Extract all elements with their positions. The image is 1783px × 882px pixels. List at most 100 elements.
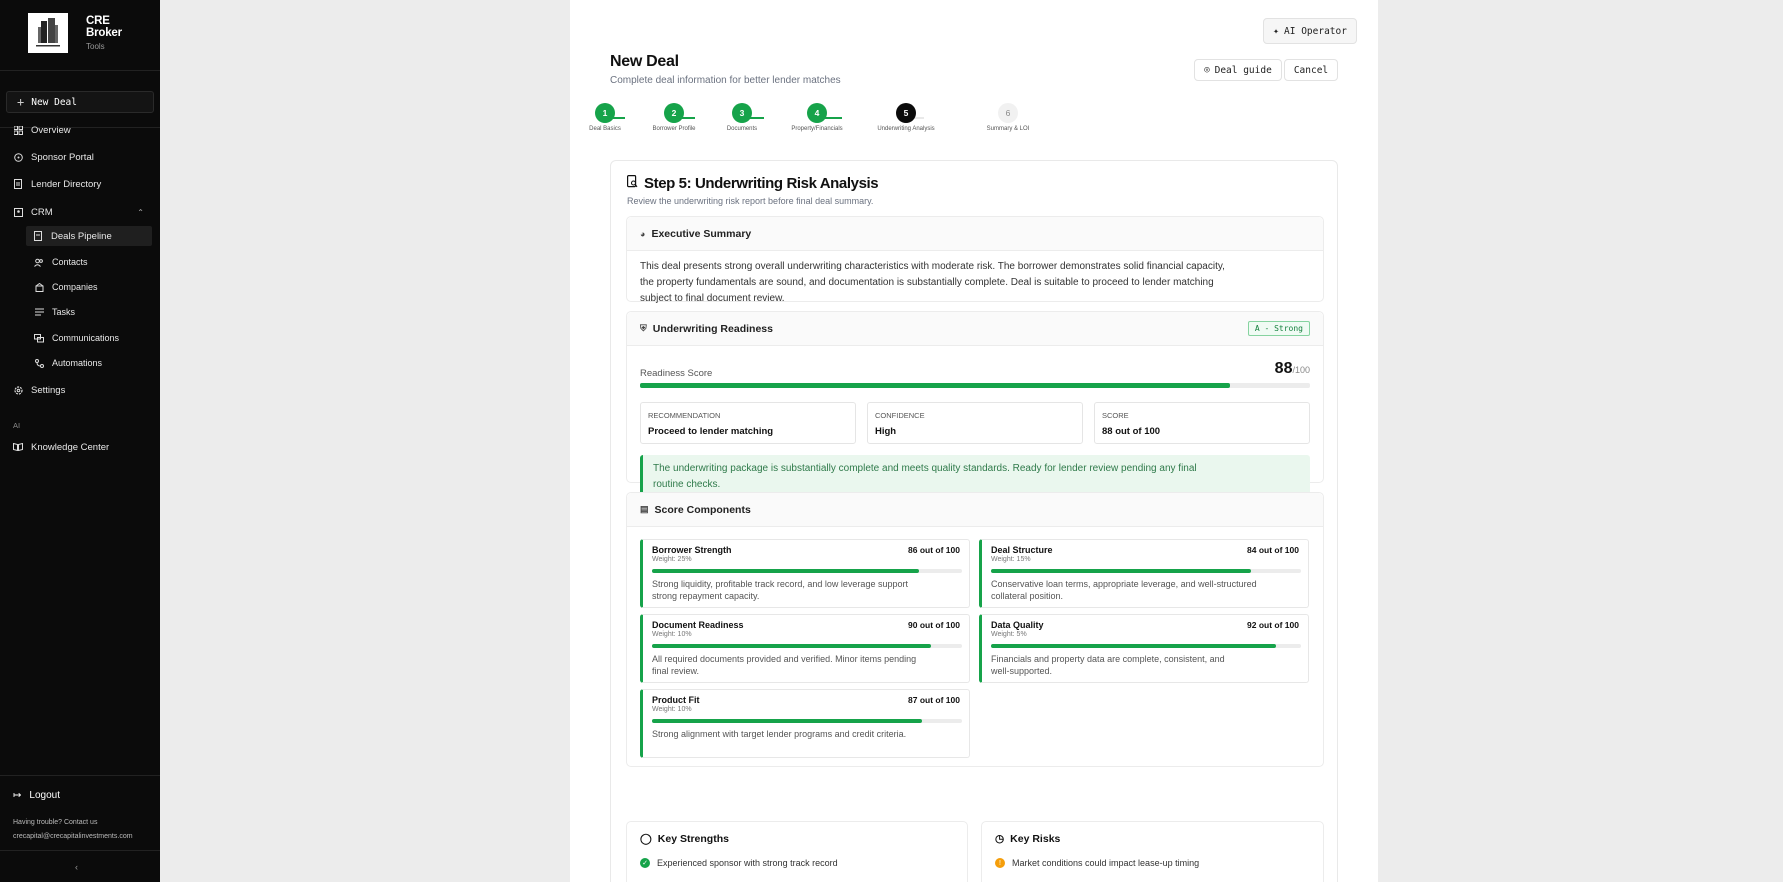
shield-check-icon: ⛨ (640, 323, 647, 333)
key-risks-panel: ◷ Key Risks ! Market conditions could im… (981, 821, 1324, 882)
metric-recommendation: Recommendation Proceed to lender matchin… (640, 402, 856, 444)
ai-operator-button[interactable]: ✦ AI Operator (1263, 18, 1357, 44)
new-deal-label: New Deal (31, 96, 77, 108)
step-number: 6 (998, 103, 1018, 123)
component-progress-bar (652, 719, 962, 723)
summary-line: the property fundamentals are sound, and… (640, 277, 1214, 288)
component-score: 90 out of 100 (908, 620, 960, 630)
chat-icon (34, 333, 44, 343)
sidebar-item-tasks[interactable]: Tasks (0, 302, 160, 322)
risk-text: Market conditions could impact lease-up … (1012, 858, 1200, 868)
sidebar-item-knowledge-center[interactable]: Knowledge Center (0, 437, 160, 457)
logout-button[interactable]: ↦ Logout (13, 790, 60, 801)
underwriting-readiness-panel: ⛨ Underwriting Readiness A - Strong Read… (626, 311, 1324, 495)
sidebar-item-communications[interactable]: Communications (0, 328, 160, 348)
score-max: /100 (1292, 365, 1310, 375)
callout-line: The underwriting package is substantiall… (653, 463, 1197, 474)
sidebar-item-label: Lender Directory (31, 178, 102, 190)
executive-summary-text: This deal presents strong overall underw… (640, 259, 1280, 307)
step-6[interactable]: 6 Summary & LOI (983, 103, 1033, 132)
progress-fill (652, 569, 919, 573)
deal-guide-button[interactable]: ◎ Deal guide (1194, 59, 1282, 81)
progress-fill (652, 719, 922, 723)
step-5[interactable]: 5 Underwriting Analysis (873, 103, 939, 132)
new-deal-button[interactable]: + New Deal (6, 91, 154, 113)
component-weight: Weight: 5% (991, 631, 1027, 638)
progress-fill (991, 569, 1252, 573)
sidebar-item-deals-pipeline[interactable]: Deals Pipeline (26, 226, 152, 246)
company-logo[interactable] (28, 13, 68, 53)
panel-title: Executive Summary (651, 227, 752, 240)
step-4[interactable]: 4 Property/Financials (787, 103, 847, 132)
component-name: Borrower Strength (652, 545, 732, 555)
component-name: Data Quality (991, 620, 1044, 630)
component-name: Deal Structure (991, 545, 1053, 555)
component-weight: Weight: 10% (652, 706, 692, 713)
collapse-sidebar-icon[interactable]: ‹ (75, 862, 78, 872)
panel-header: ▤ Score Components (627, 493, 1323, 527)
sidebar-item-label: Sponsor Portal (31, 151, 94, 163)
step-label: Documents (726, 126, 758, 132)
sparkle-icon: ✦ (1273, 25, 1280, 37)
contacts-icon (13, 207, 23, 217)
step-2[interactable]: 2 Borrower Profile (649, 103, 699, 132)
component-progress-bar (991, 569, 1301, 573)
component-name: Document Readiness (652, 620, 744, 630)
check-icon: ✓ (640, 858, 650, 868)
executive-summary-panel: ◕ Executive Summary This deal presents s… (626, 216, 1324, 304)
file-icon (33, 231, 43, 241)
strength-text: Experienced sponsor with strong track re… (657, 858, 838, 868)
component-weight: Weight: 15% (991, 556, 1031, 563)
support-email-link[interactable]: crecapital@crecapitalinvestments.com (13, 830, 133, 844)
brand: CRE Broker Tools (0, 0, 160, 58)
sidebar-item-settings[interactable]: Settings (0, 380, 160, 400)
sidebar-item-crm[interactable]: CRM ⌃ (0, 202, 160, 222)
gear-icon (13, 385, 23, 395)
help-line: Having trouble? Contact us (13, 819, 98, 826)
document-icon (13, 179, 23, 189)
gauge-icon: ◕ (640, 228, 646, 239)
score-component-card: Borrower Strength 86 out of 100 Weight: 25… (640, 539, 970, 608)
compass-icon (13, 152, 23, 162)
chevron-up-icon[interactable]: ⌃ (137, 208, 144, 217)
sidebar-item-label: Knowledge Center (31, 441, 110, 453)
sidebar-item-sponsor-portal[interactable]: Sponsor Portal (0, 147, 160, 167)
sidebar-item-label: Settings (31, 384, 66, 396)
component-name: Product Fit (652, 695, 700, 705)
readiness-progress-bar (640, 383, 1310, 388)
step-3[interactable]: 3 Documents (722, 103, 762, 132)
metric-value: High (875, 426, 897, 437)
description-line: Strong liquidity, profitable track recor… (652, 579, 908, 589)
sidebar-item-label: Overview (31, 124, 71, 136)
sidebar-item-companies[interactable]: Companies (0, 277, 160, 297)
step-title: Step 5: Underwriting Risk Analysis (644, 175, 879, 192)
plus-icon: + (17, 95, 25, 109)
step-number: 1 (595, 103, 615, 123)
sidebar-item-contacts[interactable]: Contacts (0, 252, 160, 272)
sidebar-item-automations[interactable]: Automations (0, 353, 160, 373)
cancel-button[interactable]: Cancel (1284, 59, 1338, 81)
progress-fill (991, 644, 1277, 648)
sidebar-item-lender-directory[interactable]: Lender Directory (0, 174, 160, 194)
sidebar-item-label: Automations (52, 358, 103, 368)
divider (0, 70, 160, 71)
brand-subtitle: Tools (86, 42, 105, 51)
readiness-callout: The underwriting package is substantiall… (640, 455, 1310, 495)
strength-item: ✓ Experienced sponsor with strong track … (640, 858, 838, 868)
score-component-card: Document Readiness 90 out of 100 Weight: 1… (640, 614, 970, 683)
metric-score: Score 88 out of 100 (1094, 402, 1310, 444)
component-description: All required documents provided and veri… (652, 653, 962, 677)
component-description: Strong alignment with target lender prog… (652, 728, 962, 740)
score-component-card: Deal Structure 84 out of 100 Weight: 15% Co… (979, 539, 1309, 608)
sidebar-item-overview[interactable]: Overview (0, 120, 160, 140)
step-label: Summary & LOI (986, 126, 1030, 132)
component-score: 87 out of 100 (908, 695, 960, 705)
check-circle-icon: ◯ (640, 833, 652, 845)
description-line: collateral position. (991, 591, 1064, 601)
step-1[interactable]: 1 Deal Basics (585, 103, 625, 132)
ai-section-label: AI (13, 421, 21, 430)
sidebar-item-label: Tasks (52, 307, 76, 317)
step-description: Review the underwriting risk report befo… (627, 196, 874, 206)
metric-confidence: Confidence High (867, 402, 1083, 444)
metric-key: Confidence (875, 411, 925, 420)
